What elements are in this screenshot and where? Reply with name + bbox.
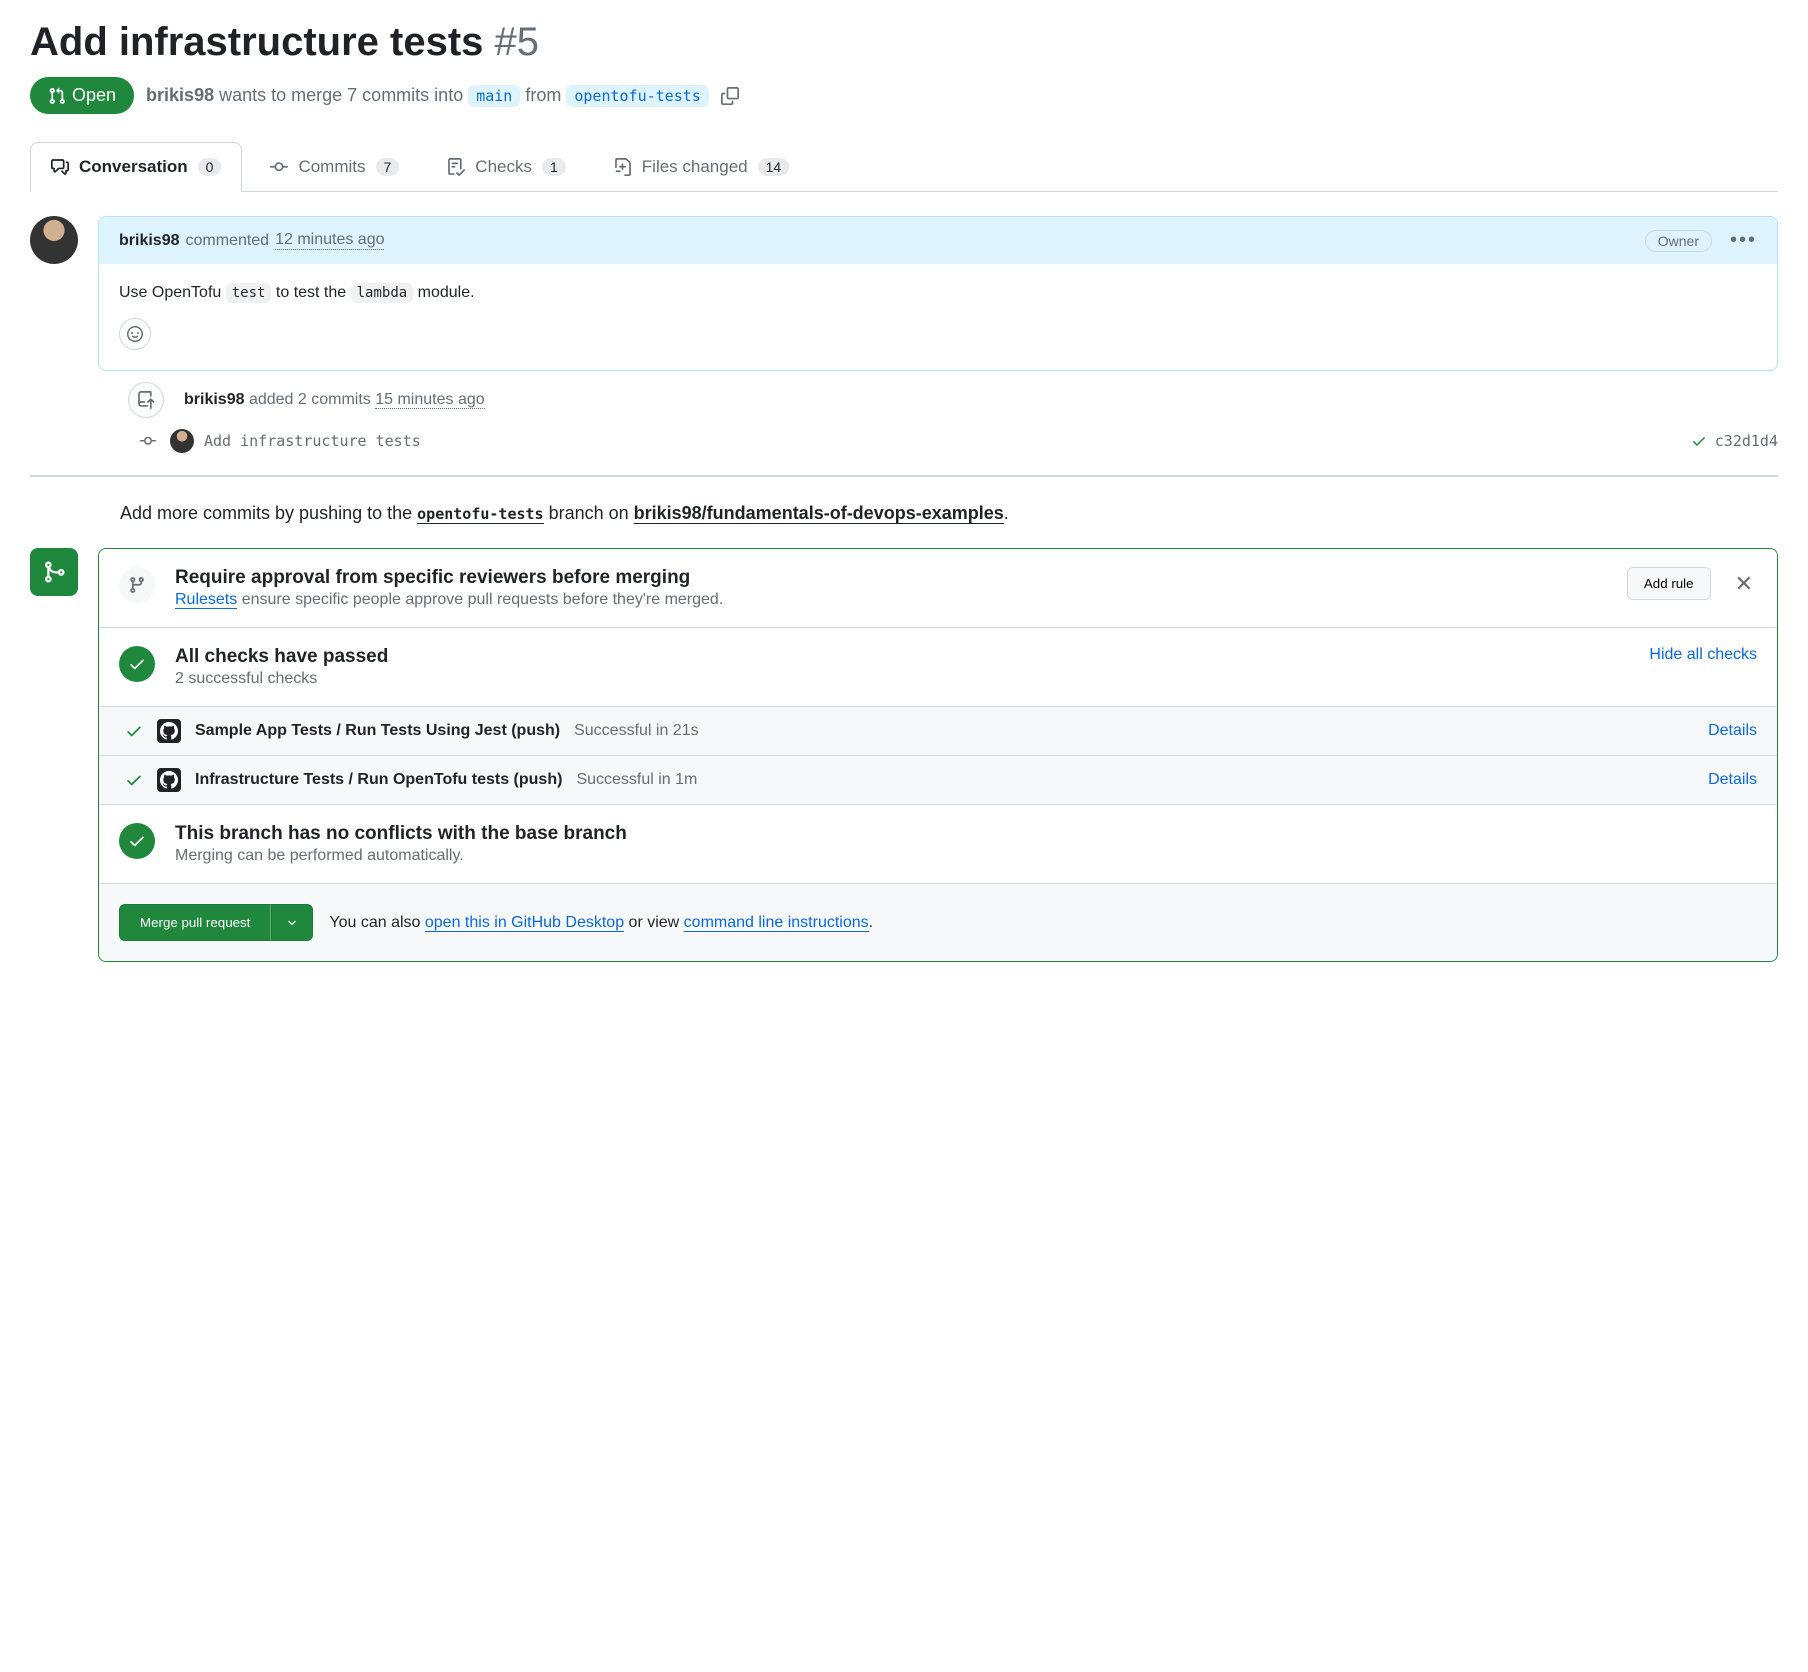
comment-body: Use OpenTofu test to test the lambda mod… <box>99 264 1777 370</box>
avatar[interactable] <box>30 216 78 264</box>
commit-sha[interactable]: c32d1d4 <box>1715 432 1778 450</box>
pr-author[interactable]: brikis98 <box>146 85 214 105</box>
checklist-icon <box>447 158 465 176</box>
status-badge-label: Open <box>72 85 116 106</box>
merge-footer: Merge pull request You can also open thi… <box>99 884 1777 961</box>
pr-status-line: Open brikis98 wants to merge 7 commits i… <box>30 77 1778 114</box>
checks-passed-section: All checks have passed 2 successful chec… <box>99 628 1777 707</box>
check-item: Infrastructure Tests / Run OpenTofu test… <box>99 756 1777 805</box>
approval-section: Require approval from specific reviewers… <box>99 549 1777 628</box>
avatar[interactable] <box>170 429 194 453</box>
pr-title: Add infrastructure tests #5 <box>30 20 1778 65</box>
event-author[interactable]: brikis98 <box>184 391 244 408</box>
merge-pull-request-button[interactable]: Merge pull request <box>119 904 271 941</box>
check-icon[interactable] <box>1691 433 1707 449</box>
check-item: Sample App Tests / Run Tests Using Jest … <box>99 707 1777 756</box>
pr-number: #5 <box>495 20 540 64</box>
pr-tabs: Conversation 0 Commits 7 Checks 1 Files … <box>30 142 1778 192</box>
status-badge-open: Open <box>30 77 134 114</box>
tab-commits[interactable]: Commits 7 <box>250 142 419 191</box>
commit-message[interactable]: Add infrastructure tests <box>204 432 421 450</box>
head-branch[interactable]: opentofu-tests <box>566 85 708 107</box>
comment-author[interactable]: brikis98 <box>119 232 179 250</box>
tab-files-changed[interactable]: Files changed 14 <box>594 142 809 191</box>
add-rule-button[interactable]: Add rule <box>1627 567 1711 600</box>
comment-timestamp[interactable]: 12 minutes ago <box>275 231 384 250</box>
git-commit-icon <box>270 158 288 176</box>
details-link[interactable]: Details <box>1708 722 1757 740</box>
check-circle-icon <box>119 646 155 682</box>
close-icon[interactable]: ✕ <box>1731 567 1757 601</box>
repo-push-icon <box>128 382 164 418</box>
no-conflicts-section: This branch has no conflicts with the ba… <box>99 805 1777 884</box>
comment-discussion-icon <box>51 158 69 176</box>
owner-badge: Owner <box>1645 230 1712 252</box>
git-branch-icon <box>119 567 155 603</box>
chevron-down-icon <box>286 917 298 929</box>
tab-conversation[interactable]: Conversation 0 <box>30 142 242 192</box>
smiley-icon <box>127 326 143 342</box>
git-pull-request-icon <box>48 87 66 105</box>
file-diff-icon <box>614 158 632 176</box>
hide-all-checks-link[interactable]: Hide all checks <box>1649 646 1757 664</box>
timeline-event: brikis98 added 2 commits 15 minutes ago <box>30 371 1778 423</box>
details-link[interactable]: Details <box>1708 771 1757 789</box>
comment-box: brikis98 commented 12 minutes ago Owner … <box>98 216 1778 371</box>
push-hint: Add more commits by pushing to the opent… <box>30 497 1778 548</box>
cli-instructions-link[interactable]: command line instructions <box>684 914 869 932</box>
rulesets-link[interactable]: Rulesets <box>175 591 237 609</box>
github-desktop-link[interactable]: open this in GitHub Desktop <box>425 914 624 932</box>
git-commit-icon <box>140 433 156 449</box>
base-branch[interactable]: main <box>468 85 520 107</box>
repo-link[interactable]: brikis98/fundamentals-of-devops-examples <box>634 503 1004 524</box>
merge-box: Require approval from specific reviewers… <box>98 548 1778 962</box>
event-timestamp[interactable]: 15 minutes ago <box>375 391 484 409</box>
check-icon <box>125 771 143 789</box>
merge-dropdown-button[interactable] <box>271 904 313 941</box>
pr-title-text: Add infrastructure tests <box>30 20 483 64</box>
git-merge-icon <box>30 548 78 596</box>
tab-checks[interactable]: Checks 1 <box>427 142 585 191</box>
copy-branch-icon[interactable] <box>721 87 739 105</box>
check-icon <box>125 722 143 740</box>
github-icon <box>157 768 181 792</box>
commit-row: Add infrastructure tests c32d1d4 <box>30 423 1778 467</box>
github-icon <box>157 719 181 743</box>
add-reaction-button[interactable] <box>119 318 151 350</box>
divider <box>30 475 1778 477</box>
check-circle-icon <box>119 823 155 859</box>
branch-link[interactable]: opentofu-tests <box>417 505 543 524</box>
comment-menu-icon[interactable]: ••• <box>1730 229 1757 252</box>
